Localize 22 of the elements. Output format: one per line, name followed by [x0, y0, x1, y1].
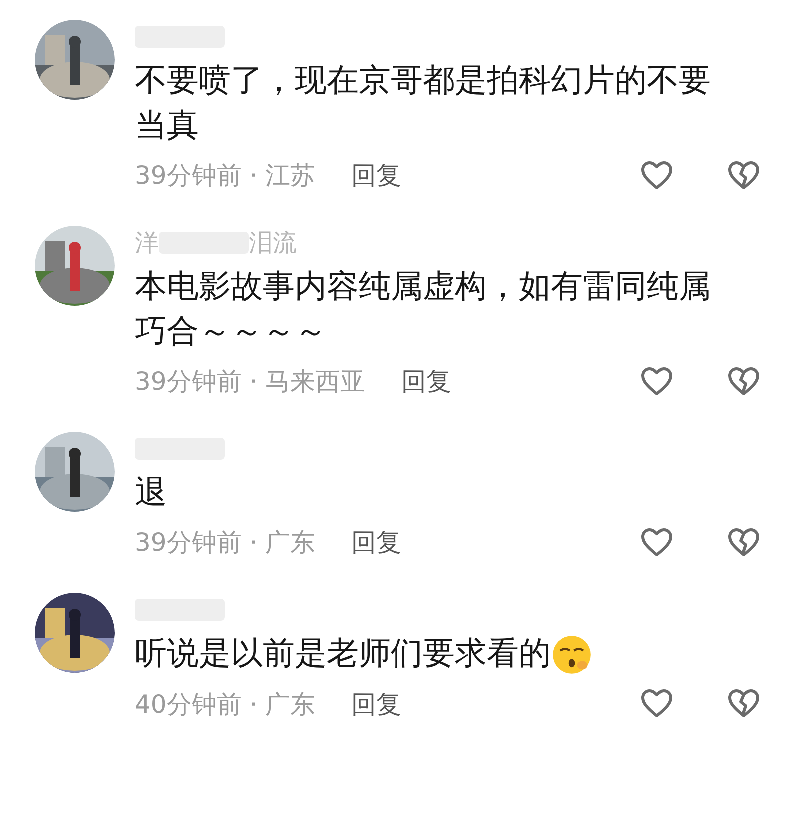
broken-heart-icon[interactable]: [728, 367, 760, 397]
comment-text: 听说是以前是老师们要求看的: [135, 634, 551, 672]
reply-button[interactable]: 回复: [402, 363, 452, 401]
heart-icon[interactable]: [641, 528, 673, 558]
comment-text: 退: [135, 473, 167, 511]
comment-text: 本电影故事内容纯属虚构，如有雷同纯属巧合～～～～: [135, 267, 711, 350]
username-fragment: 洋: [135, 228, 159, 259]
heart-icon[interactable]: [641, 689, 673, 720]
reply-button[interactable]: 回复: [352, 524, 402, 562]
heart-icon[interactable]: [641, 367, 673, 397]
broken-heart-icon[interactable]: [728, 689, 760, 720]
broken-heart-icon[interactable]: [728, 161, 760, 191]
reply-button[interactable]: 回复: [352, 157, 402, 195]
comment-meta: 39分钟前 · 广东: [135, 527, 316, 560]
heart-icon[interactable]: [641, 161, 673, 191]
reply-button[interactable]: 回复: [352, 686, 402, 723]
comment-meta: 40分钟前 · 广东: [135, 688, 316, 720]
comment-meta: 39分钟前 · 江苏: [135, 160, 316, 192]
username-fragment: 泪流: [249, 228, 297, 259]
comment-meta: 39分钟前 · 马来西亚: [135, 366, 366, 398]
comment-text: 不要喷了，现在京哥都是拍科幻片的不要当真: [135, 61, 711, 144]
broken-heart-icon[interactable]: [728, 528, 760, 558]
